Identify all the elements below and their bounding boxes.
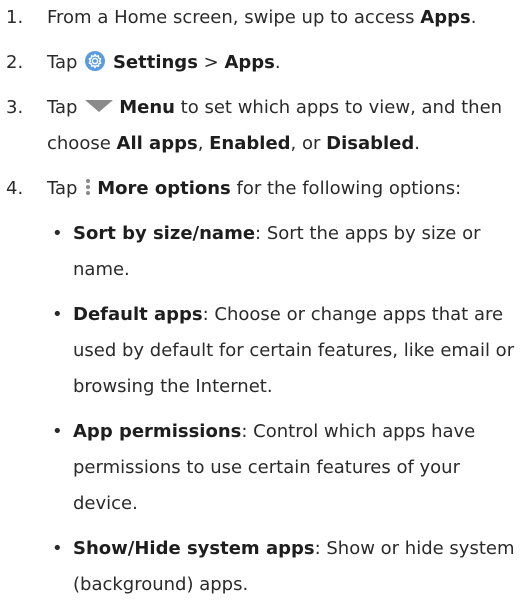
apps-term: Apps (224, 52, 275, 73)
step-text: Tap (47, 97, 84, 118)
step-text: Tap (47, 178, 84, 199)
instructions-document: 1. From a Home screen, swipe up to access… (0, 0, 528, 612)
step-number: 3. (6, 97, 24, 118)
option-label: Show/Hide system apps (73, 538, 315, 559)
step-number: 4. (6, 178, 24, 199)
step-text: , (197, 133, 210, 154)
list-item: Default apps: Choose or change apps that… (47, 297, 528, 405)
options-list: Sort by size/name: Sort the apps by size… (47, 216, 528, 603)
step-text: From a Home screen, swipe up to access (47, 7, 421, 28)
menu-term: Menu (119, 97, 175, 118)
more-options-icon (85, 177, 91, 197)
step-1: 1. From a Home screen, swipe up to access… (0, 0, 528, 36)
step-number: 1. (6, 7, 24, 28)
option-label: App permissions (73, 421, 242, 442)
option-label: Default apps (73, 304, 203, 325)
step-3: 3. Tap Menu to set which apps to view, an… (0, 90, 528, 162)
step-number: 2. (6, 52, 24, 73)
all-apps-term: All apps (116, 133, 198, 154)
settings-term: Settings (112, 52, 198, 73)
step-4: 4. Tap More options for the following opt… (0, 171, 528, 603)
step-punct: . (470, 7, 477, 28)
more-options-term: More options (97, 178, 231, 199)
settings-icon (85, 51, 106, 71)
option-label: Sort by size/name (73, 223, 256, 244)
list-item: Sort by size/name: Sort the apps by size… (47, 216, 528, 288)
list-item: App permissions: Control which apps have… (47, 414, 528, 522)
separator: > (197, 52, 225, 73)
list-item: Show/Hide system apps: Show or hide syst… (47, 531, 528, 603)
step-2: 2. Tap Settings > Apps. (0, 45, 528, 81)
disabled-term: Disabled (326, 133, 415, 154)
step-text: Tap (47, 52, 84, 73)
apps-term: Apps (420, 7, 471, 28)
step-punct: . (274, 52, 281, 73)
menu-triangle-icon (85, 100, 114, 112)
step-punct: . (414, 133, 420, 154)
enabled-term: Enabled (209, 133, 291, 154)
step-text: , or (290, 133, 327, 154)
step-text: for the following options: (230, 178, 462, 199)
